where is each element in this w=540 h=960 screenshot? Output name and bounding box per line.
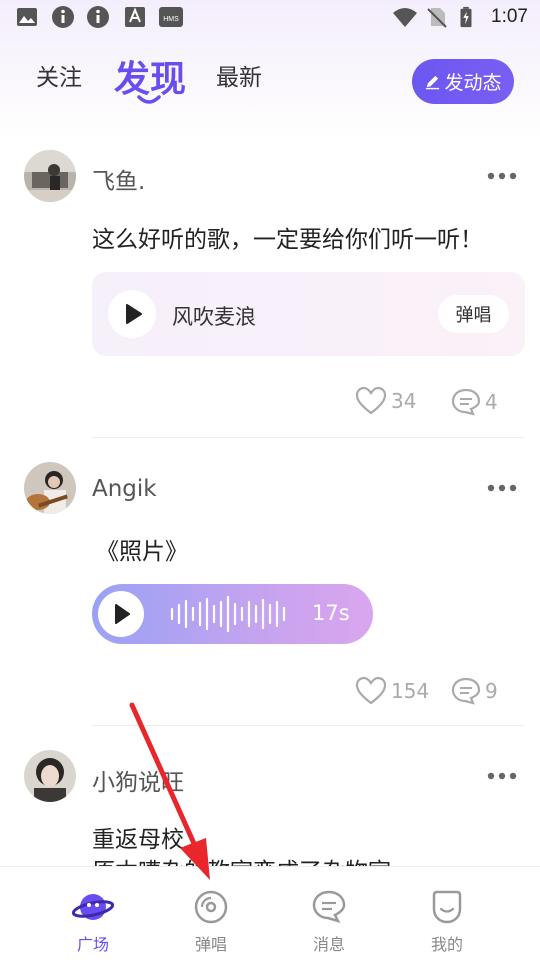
more-icon[interactable] [486,771,518,781]
post-text: 《照片》 [96,539,188,565]
chat-icon [312,890,346,924]
post-button-label: 发动态 [444,72,502,94]
post-button[interactable]: 发动态 [412,59,514,104]
image-icon [17,8,37,26]
nav-item-sing[interactable]: 弹唱 [161,867,261,960]
info-icon [52,6,74,28]
nav-item-messages[interactable]: 消息 [279,867,379,960]
song-title: 风吹麦浪 [172,305,256,329]
record-icon [194,890,228,924]
nav-item-square[interactable]: 广场 [43,867,143,960]
comment-button[interactable]: 9 [451,677,498,705]
nav-label-sing: 弹唱 [194,935,227,954]
hms-icon: HMS [159,7,183,27]
voice-duration: 17s [312,601,350,625]
sing-button[interactable]: 弹唱 [438,295,509,333]
clock: 1:07 [491,6,528,27]
tab-follow[interactable]: 关注 [36,58,82,92]
play-icon [115,604,130,624]
username[interactable]: 小狗说旺 [92,763,184,797]
avatar[interactable] [24,462,76,514]
battery-charging-icon [460,6,472,28]
status-bar: HMS 1:07 [0,0,540,36]
planet-icon [71,894,115,920]
like-button[interactable]: 34 [355,386,416,416]
no-sim-icon [427,8,447,28]
nav-item-mine[interactable]: 我的 [397,867,497,960]
divider [92,725,524,726]
nav-label-square: 广场 [76,935,109,954]
like-button[interactable]: 154 [355,676,429,706]
wifi-icon [393,8,417,27]
post-text: 重返母校 [92,827,184,853]
avatar[interactable] [24,150,76,202]
active-tab-indicator [137,95,161,104]
tab-latest[interactable]: 最新 [216,58,262,92]
play-icon [126,304,142,324]
more-icon[interactable] [486,483,518,493]
profile-icon [432,890,462,924]
comment-icon [451,388,481,416]
comment-button[interactable]: 4 [451,388,498,416]
divider [92,437,524,438]
bottom-nav: 广场 弹唱 消息 我的 [0,866,540,960]
info-icon [87,6,109,28]
a-icon [125,7,145,27]
comment-icon [451,677,481,705]
annotation-arrow [129,702,210,880]
voice-play-button[interactable] [98,591,144,637]
play-button[interactable] [108,290,156,338]
comment-count: 9 [485,679,498,703]
heart-icon [355,676,387,705]
heart-icon [355,386,387,415]
username[interactable]: Angik [92,476,157,502]
voice-message[interactable]: 17s [92,584,373,644]
like-count: 34 [391,389,417,413]
nav-label-messages: 消息 [312,935,345,954]
waveform-icon [170,596,286,632]
more-icon[interactable] [486,171,518,181]
pencil-icon [426,75,440,90]
nav-label-mine: 我的 [430,935,463,954]
hms-label: HMS [163,16,179,23]
comment-count: 4 [485,390,498,414]
post-text: 这么好听的歌，一定要给你们听一听！ [92,227,483,253]
song-card[interactable]: 风吹麦浪 弹唱 [92,272,525,356]
like-count: 154 [391,679,430,703]
username[interactable]: 飞鱼. [92,162,145,196]
avatar[interactable] [24,750,76,802]
